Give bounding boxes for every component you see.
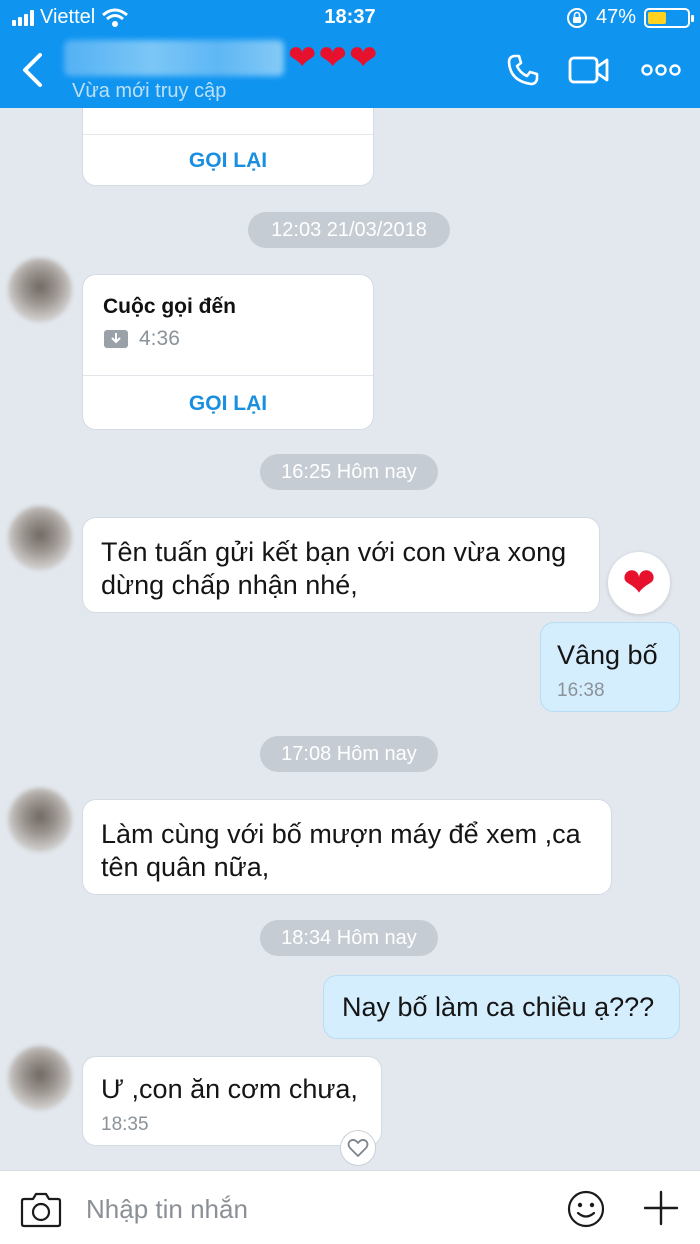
more-button[interactable] (640, 50, 682, 90)
plus-icon[interactable] (642, 1189, 680, 1227)
call-type: Cuộc gọi đến (103, 295, 236, 318)
heart-reaction-icon[interactable]: ❤ (608, 552, 670, 614)
message-time: 18:35 (101, 1114, 149, 1135)
message-bubble-sent[interactable]: Nay bố làm ca chiều ạ??? (323, 975, 680, 1039)
contact-name-hearts: ❤❤❤ (288, 39, 380, 77)
avatar[interactable] (8, 1046, 72, 1110)
camera-icon[interactable] (20, 1189, 62, 1229)
chat-header: Viettel 18:37 47% ❤❤❤ Vừa mới truy cập (0, 0, 700, 108)
message-bubble-received[interactable]: Tên tuấn gửi kết bạn với con vừa xong dừ… (82, 517, 600, 613)
battery-fill (648, 11, 666, 24)
call-back-button[interactable]: GỌI LẠI (83, 392, 373, 416)
message-bubble-received[interactable]: Làm cùng với bố mượn máy để xem ,ca tên … (82, 799, 612, 895)
battery-percent: 47% (595, 6, 636, 28)
download-call-icon (104, 330, 128, 348)
heart-outline-icon (347, 1138, 369, 1157)
message-bubble-received[interactable]: Ư ,con ăn cơm chưa, 18:35 (82, 1056, 382, 1146)
avatar[interactable] (8, 788, 72, 852)
call-card-divider (83, 134, 373, 135)
call-duration-row: 4:36 (103, 327, 180, 351)
avatar[interactable] (8, 258, 72, 322)
time-separator: 12:03 21/03/2018 (248, 212, 450, 248)
like-button[interactable] (340, 1130, 376, 1166)
message-text-line1: Tên tuấn gửi kết bạn với con vừa xong (101, 537, 567, 567)
rotation-lock-icon (566, 7, 587, 28)
battery-icon (644, 7, 694, 28)
status-bar: Viettel 18:37 47% (0, 0, 700, 34)
call-card-divider (83, 375, 373, 376)
back-arrow-icon[interactable] (18, 52, 48, 88)
time-separator: 18:34 Hôm nay (260, 920, 438, 956)
message-list[interactable]: GỌI LẠI 12:03 21/03/2018 Cuộc gọi đến 4:… (0, 108, 700, 1170)
message-text-line2: dừng chấp nhận nhé, (101, 570, 358, 600)
call-button[interactable] (502, 50, 544, 90)
time-separator: 16:25 Hôm nay (260, 454, 438, 490)
last-seen: Vừa mới truy cập (72, 80, 227, 102)
message-text-line1: Làm cùng với bố mượn máy để xem ,ca (101, 819, 581, 849)
status-right: 47% (566, 6, 694, 29)
message-text: Vâng bố (557, 640, 658, 670)
message-time: 16:38 (557, 680, 605, 701)
call-card-incoming: Cuộc gọi đến 4:36 GỌI LẠI (82, 274, 374, 430)
message-input[interactable] (86, 1189, 506, 1229)
message-text: Ư ,con ăn cơm chưa, (101, 1074, 358, 1104)
call-card-previous: GỌI LẠI (82, 108, 374, 186)
time-separator: 17:08 Hôm nay (260, 736, 438, 772)
video-call-icon (568, 56, 609, 84)
message-text-line2: tên quân nữa, (101, 852, 270, 882)
phone-icon (507, 54, 539, 86)
message-text: Nay bố làm ca chiều ạ??? (342, 992, 655, 1022)
composer (0, 1170, 700, 1244)
call-duration: 4:36 (139, 327, 180, 350)
avatar[interactable] (8, 506, 72, 570)
contact-name-blurred[interactable] (64, 40, 284, 76)
video-call-button[interactable] (568, 50, 610, 90)
call-back-button[interactable]: GỌI LẠI (83, 149, 373, 173)
smile-icon[interactable] (566, 1189, 606, 1229)
more-icon (641, 64, 681, 76)
message-bubble-sent[interactable]: Vâng bố 16:38 (540, 622, 680, 712)
